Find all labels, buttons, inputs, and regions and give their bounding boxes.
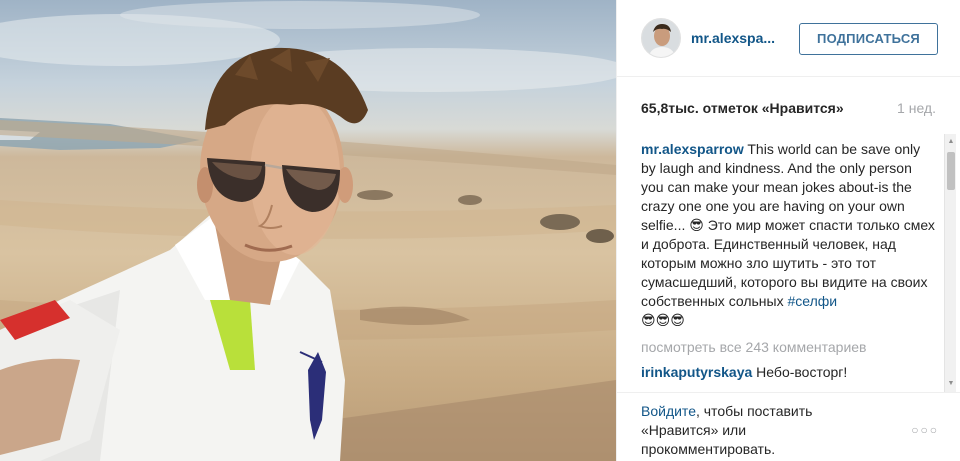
- login-prompt: Войдите, чтобы поставить «Нравится» или …: [641, 402, 871, 459]
- selfie-image: [0, 1, 616, 461]
- caption-emoji: 😎😎😎: [641, 312, 685, 328]
- scroll-down-arrow-icon[interactable]: ▼: [945, 378, 957, 390]
- view-all-comments-link[interactable]: посмотреть все 243 комментариев: [641, 338, 937, 357]
- caption: mr.alexsparrow This world can be save on…: [641, 140, 937, 330]
- post-header: mr.alexspa... ПОДПИСАТЬСЯ: [617, 0, 960, 77]
- avatar[interactable]: [641, 18, 681, 58]
- post-sidebar: mr.alexspa... ПОДПИСАТЬСЯ 65,8тыс. отмет…: [616, 0, 960, 461]
- post-time[interactable]: 1 нед.: [897, 100, 936, 116]
- scroll-up-arrow-icon[interactable]: ▲: [945, 136, 957, 148]
- post-photo[interactable]: [0, 0, 616, 461]
- caption-username[interactable]: mr.alexsparrow: [641, 141, 744, 157]
- comments-list: mr.alexsparrow This world can be save on…: [641, 140, 937, 392]
- hashtag-link[interactable]: #селфи: [787, 293, 837, 309]
- comment-item: irinkaputyrskaya Небо-восторг!: [641, 363, 937, 382]
- login-link[interactable]: Войдите: [641, 403, 696, 419]
- avatar-image: [642, 19, 680, 57]
- comment-text: Небо-восторг!: [752, 364, 848, 380]
- username-link[interactable]: mr.alexspa...: [691, 30, 775, 46]
- scroll-thumb[interactable]: [947, 152, 955, 190]
- post-footer: Войдите, чтобы поставить «Нравится» или …: [617, 392, 960, 461]
- caption-text: This world can be save only by laugh and…: [641, 141, 935, 309]
- likes-count[interactable]: 65,8тыс. отметок «Нравится»: [641, 100, 844, 116]
- follow-button[interactable]: ПОДПИСАТЬСЯ: [799, 23, 938, 55]
- comment-username[interactable]: irinkaputyrskaya: [641, 364, 752, 380]
- more-dots-icon[interactable]: ○○○: [911, 423, 939, 437]
- comments-scrollbar[interactable]: ▲ ▼: [944, 134, 956, 392]
